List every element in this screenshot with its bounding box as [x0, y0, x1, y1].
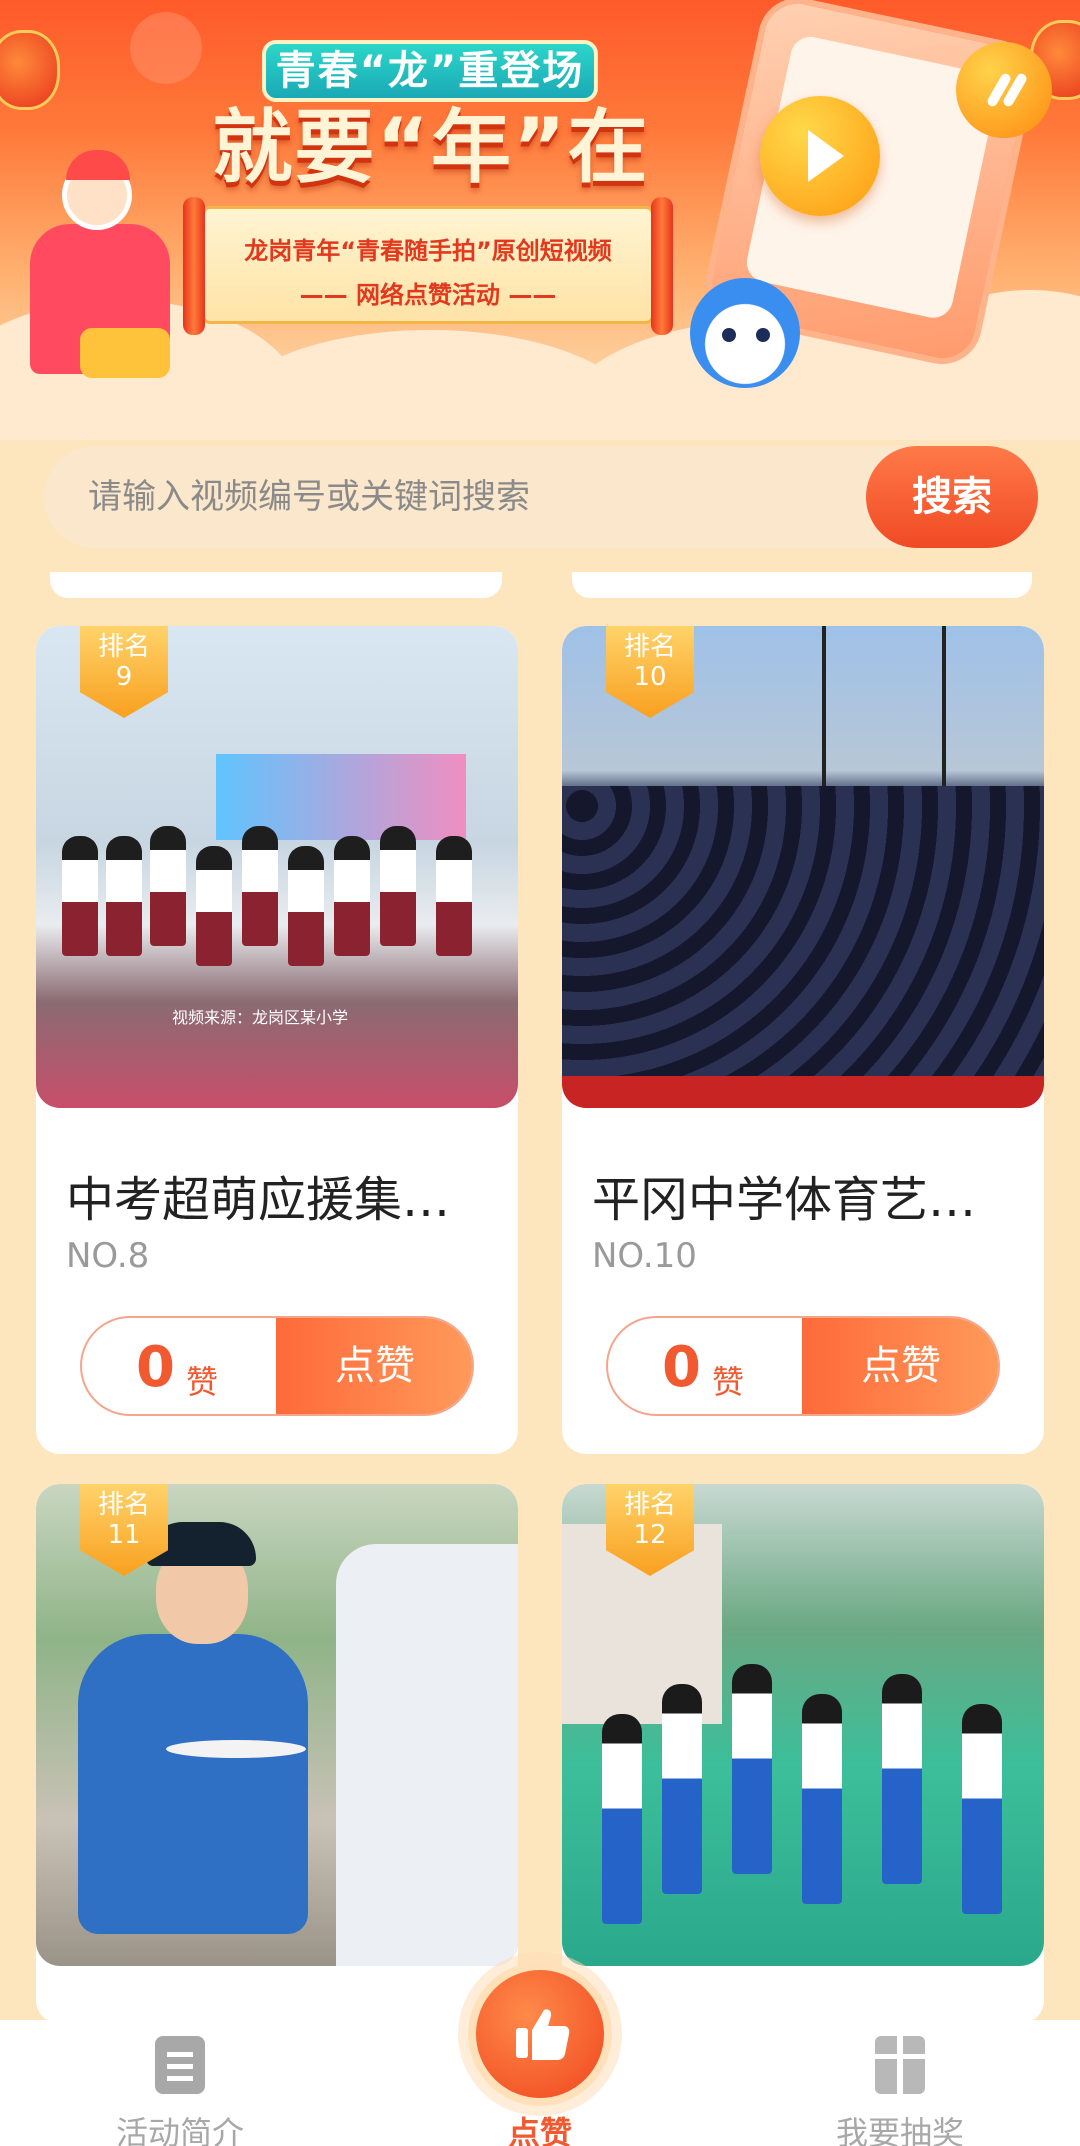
- nav-label-active[interactable]: 点赞: [468, 2108, 612, 2146]
- video-caption: 视频来源：龙岗区某小学: [172, 1008, 349, 1027]
- rank-number: 9: [115, 662, 133, 692]
- nav-item-like[interactable]: [468, 1962, 612, 2106]
- video-card[interactable]: 排名 11: [36, 1484, 518, 2024]
- gift-icon: [875, 2036, 925, 2094]
- nav-item-intro[interactable]: 活动简介: [60, 2020, 300, 2146]
- banner-scroll: 龙岗青年“青春随手拍”原创短视频 —— 网络点赞活动 ——: [183, 197, 673, 335]
- nav-label: 活动简介: [115, 2114, 244, 2146]
- like-button[interactable]: 点赞: [276, 1318, 472, 1414]
- video-number: NO.8: [66, 1236, 150, 1276]
- film-reel-icon: [130, 12, 202, 84]
- video-title[interactable]: 中考超萌应援集…: [66, 1160, 496, 1230]
- search-input[interactable]: [88, 446, 868, 548]
- character-illustration: [0, 150, 170, 378]
- video-number: NO.10: [592, 1236, 697, 1276]
- thumbs-up-icon: [516, 2009, 570, 2060]
- like-unit: 赞: [186, 1363, 219, 1401]
- rank-number: 10: [633, 662, 667, 692]
- nav-label: 我要抽奖: [835, 2114, 964, 2146]
- nav-item-lottery[interactable]: 我要抽奖: [780, 2020, 1020, 2146]
- document-icon: [155, 2036, 205, 2094]
- banner-scroll-line1: 龙岗青年“青春随手拍”原创短视频: [244, 237, 612, 265]
- mascot-illustration: [690, 278, 800, 388]
- rank-number: 11: [107, 1520, 141, 1550]
- play-icon: [760, 96, 880, 216]
- vote-control: 0 赞 点赞: [606, 1316, 1000, 1416]
- like-count: 0: [136, 1335, 175, 1400]
- banner-subtitle: 青春“龙”重登场: [262, 40, 598, 102]
- like-count: 0: [662, 1335, 701, 1400]
- like-unit: 赞: [712, 1363, 745, 1401]
- vote-control: 0 赞 点赞: [80, 1316, 474, 1416]
- rank-number: 12: [633, 1520, 667, 1550]
- rank-label: 排名: [97, 632, 150, 662]
- video-card[interactable]: 视频来源：龙岗区某小学 排名 9 中考超萌应援集… NO.8 0 赞 点赞: [36, 626, 518, 1454]
- banner-scroll-line2: —— 网络点赞活动 ——: [299, 281, 557, 309]
- rank-label: 排名: [623, 1490, 676, 1520]
- video-title[interactable]: 平冈中学体育艺…: [592, 1160, 1022, 1230]
- video-card[interactable]: 排名 12: [562, 1484, 1044, 2024]
- lantern-icon: [0, 30, 60, 110]
- pause-icon: [956, 42, 1052, 138]
- search-button[interactable]: 搜索: [866, 446, 1038, 548]
- like-button[interactable]: 点赞: [802, 1318, 998, 1414]
- video-card[interactable]: 排名 10 平冈中学体育艺… NO.10 0 赞 点赞: [562, 626, 1044, 1454]
- header-banner: 青春“龙”重登场 就要“年”在一起 龙岗青年“青春随手拍”原创短视频 —— 网络…: [0, 0, 1080, 440]
- rank-label: 排名: [623, 632, 676, 662]
- card-edge: [50, 572, 502, 598]
- card-edge: [572, 572, 1032, 598]
- rank-label: 排名: [97, 1490, 150, 1520]
- banner-title: 就要“年”在一起: [212, 101, 650, 294]
- search-bar: 搜索: [44, 446, 1038, 548]
